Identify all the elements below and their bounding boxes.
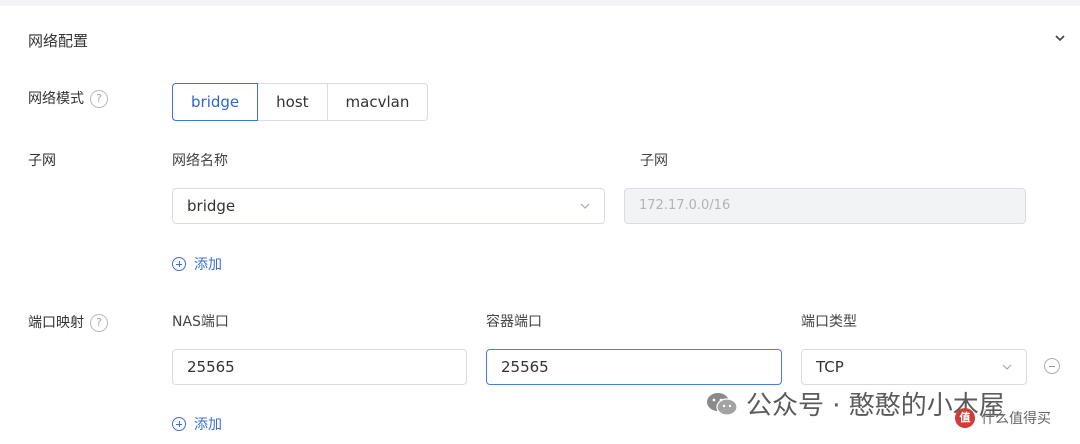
remove-port-icon[interactable]	[1044, 358, 1060, 374]
port-mapping-label-text: 端口映射	[28, 315, 84, 331]
network-name-value: bridge	[187, 197, 236, 215]
corner-badge: 值	[955, 408, 975, 428]
plus-circle-icon	[172, 417, 186, 431]
subnet-add-button[interactable]: 添加	[172, 254, 222, 274]
port-type-header: 端口类型	[801, 314, 857, 330]
chevron-down-icon	[580, 203, 590, 209]
subnet-add-label: 添加	[194, 257, 222, 273]
port-type-select[interactable]: TCP	[801, 349, 1027, 385]
top-divider	[0, 0, 1080, 6]
network-mode-segmented: bridge host macvlan	[172, 83, 429, 121]
corner-text: 什么值得买	[981, 411, 1051, 427]
network-mode-option-bridge[interactable]: bridge	[172, 83, 259, 121]
corner-watermark: 值 什么值得买	[955, 408, 1051, 428]
container-port-header: 容器端口	[486, 314, 542, 330]
network-name-select[interactable]: bridge	[172, 188, 605, 224]
network-mode-option-host[interactable]: host	[258, 84, 328, 120]
help-icon[interactable]: ?	[90, 90, 108, 108]
section-title: 网络配置	[28, 32, 89, 50]
port-add-button[interactable]: 添加	[172, 414, 222, 434]
container-port-value: 25565	[501, 358, 549, 376]
network-mode-label: 网络模式?	[28, 88, 108, 108]
subnet-label: 子网	[28, 153, 56, 169]
port-type-value: TCP	[816, 358, 844, 376]
chevron-down-icon	[1002, 364, 1012, 370]
nas-port-header: NAS端口	[172, 314, 229, 330]
subnet-input: 172.17.0.0/16	[624, 188, 1026, 224]
nas-port-value: 25565	[187, 358, 235, 376]
plus-circle-icon	[172, 257, 186, 271]
nas-port-input[interactable]: 25565	[172, 349, 467, 385]
network-name-header: 网络名称	[172, 153, 228, 169]
network-mode-option-macvlan[interactable]: macvlan	[328, 84, 428, 120]
port-mapping-label: 端口映射?	[28, 312, 108, 332]
subnet-header: 子网	[640, 153, 668, 169]
container-port-input[interactable]: 25565	[486, 349, 782, 385]
port-add-label: 添加	[194, 417, 222, 433]
chevron-down-icon[interactable]	[1052, 30, 1068, 46]
subnet-value: 172.17.0.0/16	[639, 198, 731, 213]
wechat-icon	[707, 392, 738, 416]
help-icon[interactable]: ?	[90, 314, 108, 332]
network-mode-label-text: 网络模式	[28, 91, 84, 107]
